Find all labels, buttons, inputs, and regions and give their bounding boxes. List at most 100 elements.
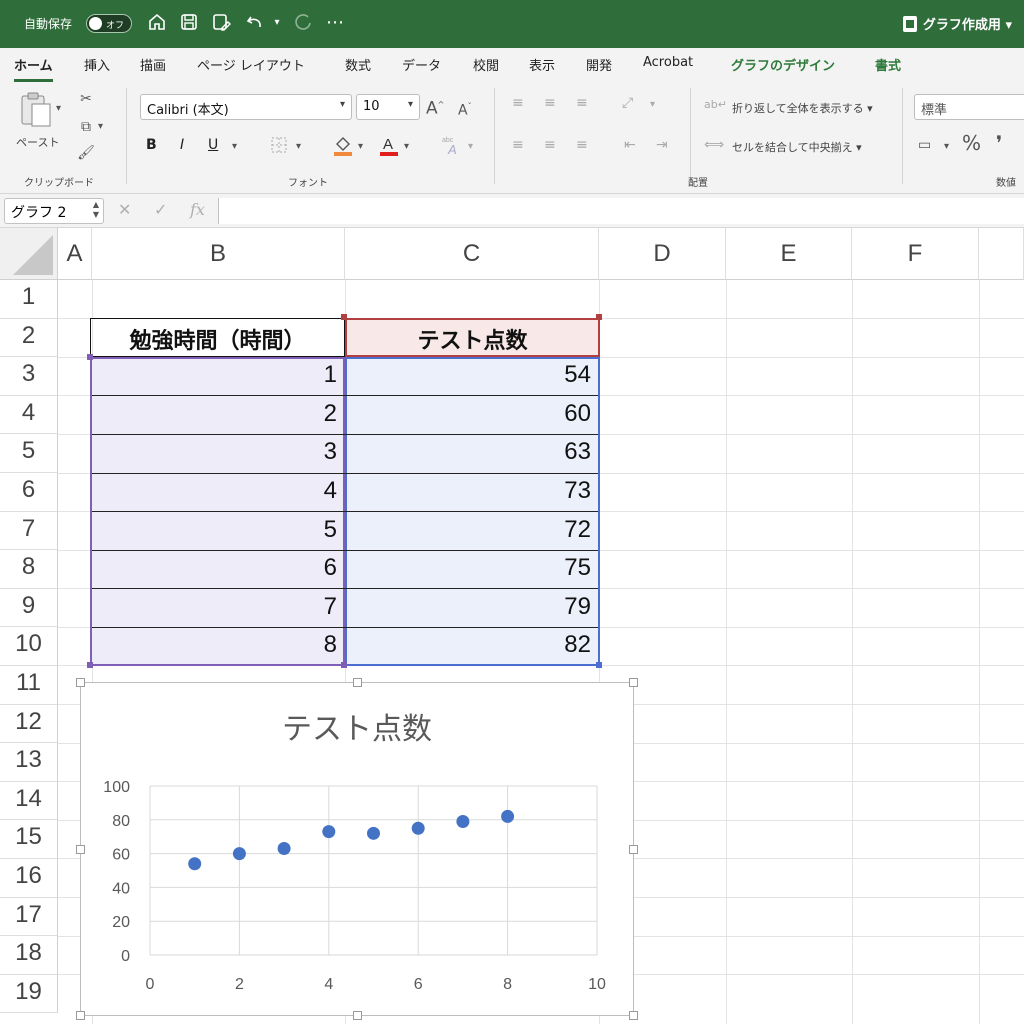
resize-handle[interactable] (353, 678, 362, 687)
row-header[interactable]: 11 (0, 666, 58, 705)
wrap-text-button[interactable]: 折り返して全体を表示する ▾ (732, 100, 873, 116)
cell-score[interactable]: 75 (347, 554, 599, 582)
name-box[interactable]: グラフ 2 ▲ ▼ (4, 198, 104, 224)
fx-icon[interactable]: fx (190, 200, 205, 219)
chart-title[interactable]: テスト点数 (282, 712, 432, 747)
formula-input[interactable] (218, 198, 1024, 224)
tab-data[interactable]: データ (402, 55, 441, 74)
column-header-a[interactable]: A (58, 228, 92, 280)
row-header[interactable]: 1 (0, 280, 58, 319)
cell-hours[interactable]: 1 (92, 361, 345, 389)
undo-dropdown-icon[interactable]: ▾ (266, 12, 288, 34)
data-point[interactable] (232, 847, 246, 861)
data-point[interactable] (188, 857, 202, 871)
row-header[interactable]: 6 (0, 473, 58, 512)
number-format-select[interactable]: 標準 (914, 94, 1024, 120)
data-point[interactable] (277, 842, 291, 856)
fill-color-icon[interactable] (332, 134, 354, 161)
autosave-toggle[interactable]: オフ (86, 14, 132, 33)
range-handle[interactable] (596, 314, 602, 320)
range-handle[interactable] (341, 662, 347, 668)
row-header[interactable]: 9 (0, 588, 58, 628)
row-header[interactable]: 14 (0, 781, 58, 821)
currency-dropdown-icon[interactable]: ▾ (944, 138, 949, 156)
cell-score[interactable]: 63 (347, 438, 599, 466)
row-header[interactable]: 8 (0, 550, 58, 589)
tab-home[interactable]: ホーム (14, 55, 53, 82)
row-header[interactable]: 3 (0, 357, 58, 396)
chart-plot[interactable]: テスト点数 0 20 40 60 80 100 0 2 4 6 8 10 (81, 683, 633, 1015)
tab-draw[interactable]: 描画 (140, 55, 166, 74)
tab-review[interactable]: 校閲 (473, 55, 499, 74)
align-top-icon[interactable]: ≡ (512, 94, 524, 112)
resize-handle[interactable] (629, 1011, 638, 1020)
cell-score[interactable]: 72 (347, 516, 599, 544)
column-header-e[interactable]: E (726, 228, 852, 280)
data-point[interactable] (367, 826, 380, 840)
tab-formulas[interactable]: 数式 (345, 55, 371, 74)
row-header[interactable]: 19 (0, 974, 58, 1014)
more-icon[interactable]: ⋯ (324, 12, 346, 34)
cell-hours[interactable]: 5 (92, 516, 345, 544)
align-left-icon[interactable]: ≡ (512, 136, 524, 154)
grow-font-button[interactable]: A^ (426, 96, 444, 118)
row-header[interactable]: 7 (0, 511, 58, 551)
cancel-icon[interactable]: ✕ (118, 200, 131, 219)
row-header[interactable]: 10 (0, 627, 58, 666)
cell-score[interactable]: 54 (347, 361, 599, 389)
undo-icon[interactable] (244, 12, 266, 34)
row-header[interactable]: 2 (0, 318, 58, 358)
paste-icon[interactable] (18, 90, 54, 130)
scatter-chart[interactable]: テスト点数 0 20 40 60 80 100 0 2 4 6 8 10 (76, 678, 638, 1020)
borders-icon[interactable] (270, 136, 288, 159)
resize-handle[interactable] (76, 1011, 85, 1020)
cell-hours[interactable]: 7 (92, 593, 345, 621)
column-header-c[interactable]: C (345, 228, 599, 280)
row-header[interactable]: 4 (0, 395, 58, 435)
increase-indent-icon[interactable]: ⇥ (656, 136, 668, 154)
orientation-icon[interactable]: ⤢ (622, 94, 633, 112)
borders-dropdown-icon[interactable]: ▾ (296, 138, 301, 156)
select-all-corner[interactable] (0, 228, 58, 280)
home-icon[interactable] (146, 12, 168, 34)
font-name-select[interactable]: Calibri (本文) ▾ (140, 94, 352, 120)
resize-handle[interactable] (629, 845, 638, 854)
cell-hours[interactable]: 4 (92, 477, 345, 505)
tab-view[interactable]: 表示 (529, 55, 555, 74)
row-header[interactable]: 5 (0, 434, 58, 473)
save-icon[interactable] (178, 12, 200, 34)
tab-insert[interactable]: 挿入 (84, 55, 110, 74)
merge-center-button[interactable]: セルを結合して中央揃え ▾ (732, 139, 862, 155)
fill-color-dropdown-icon[interactable]: ▾ (358, 138, 363, 156)
column-header-b[interactable]: B (92, 228, 345, 280)
column-header-d[interactable]: D (599, 228, 726, 280)
row-header[interactable]: 18 (0, 936, 58, 975)
cell-hours[interactable]: 2 (92, 400, 345, 428)
format-painter-icon[interactable]: 🖌 (76, 144, 96, 162)
orientation-dropdown-icon[interactable]: ▾ (650, 96, 655, 114)
copy-dropdown-icon[interactable]: ▾ (98, 118, 103, 136)
align-center-icon[interactable]: ≡ (544, 136, 556, 154)
font-color-icon[interactable]: A (378, 134, 400, 161)
font-color-dropdown-icon[interactable]: ▾ (404, 138, 409, 156)
cut-icon[interactable]: ✂ (76, 90, 96, 108)
cell-hours[interactable]: 3 (92, 438, 345, 466)
percent-button[interactable]: % (962, 133, 981, 153)
name-box-spinner[interactable]: ▲ ▼ (93, 200, 99, 220)
column-header-g[interactable] (979, 228, 1024, 280)
cell-hours[interactable]: 6 (92, 554, 345, 582)
decrease-indent-icon[interactable]: ⇤ (624, 136, 636, 154)
underline-dropdown-icon[interactable]: ▾ (232, 138, 237, 156)
enter-icon[interactable]: ✓ (154, 200, 167, 219)
data-point[interactable] (411, 821, 425, 835)
cell-c2-header[interactable]: テスト点数 (345, 318, 600, 357)
align-bottom-icon[interactable]: ≡ (576, 94, 588, 112)
cell-score[interactable]: 60 (347, 400, 599, 428)
italic-button[interactable]: I (180, 136, 184, 154)
range-handle[interactable] (87, 662, 93, 668)
resize-handle[interactable] (76, 678, 85, 687)
chart-series[interactable] (188, 809, 515, 871)
cell-b2-header[interactable]: 勉強時間（時間） (90, 318, 345, 357)
comma-button[interactable]: ❜ (996, 133, 1002, 153)
font-size-select[interactable]: 10 ▾ (356, 94, 420, 120)
